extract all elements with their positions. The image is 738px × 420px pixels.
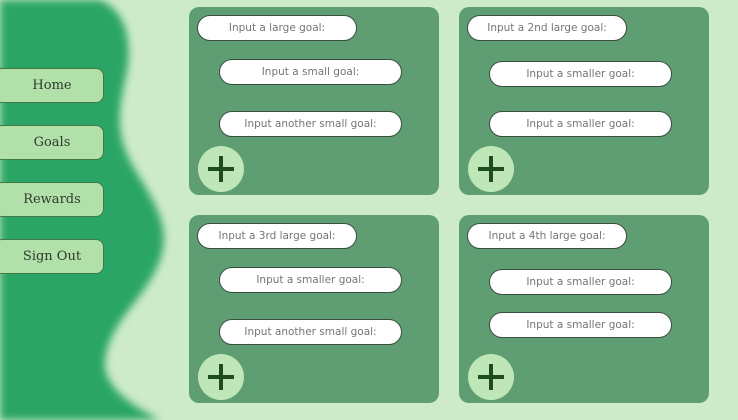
small-goal-input[interactable] (489, 269, 672, 295)
nav-goals-button[interactable]: Goals (0, 125, 104, 160)
small-goal-input[interactable] (489, 111, 672, 137)
nav-home-button[interactable]: Home (0, 68, 104, 103)
plus-icon (208, 156, 234, 182)
add-goal-button[interactable] (198, 146, 244, 192)
small-goal-input[interactable] (219, 59, 402, 85)
plus-icon (478, 156, 504, 182)
plus-icon (208, 364, 234, 390)
add-goal-button[interactable] (468, 354, 514, 400)
large-goal-input[interactable] (197, 15, 357, 41)
goal-card-2 (459, 7, 709, 195)
nav-sign-out-button[interactable]: Sign Out (0, 239, 104, 274)
small-goal-input[interactable] (219, 319, 402, 345)
goal-card-3 (189, 215, 439, 403)
large-goal-input[interactable] (467, 223, 627, 249)
small-goal-input[interactable] (219, 267, 402, 293)
goal-card-4 (459, 215, 709, 403)
large-goal-input[interactable] (467, 15, 627, 41)
large-goal-input[interactable] (197, 223, 357, 249)
goal-card-1 (189, 7, 439, 195)
plus-icon (478, 364, 504, 390)
small-goal-input[interactable] (219, 111, 402, 137)
small-goal-input[interactable] (489, 312, 672, 338)
add-goal-button[interactable] (468, 146, 514, 192)
nav-rewards-button[interactable]: Rewards (0, 182, 104, 217)
small-goal-input[interactable] (489, 61, 672, 87)
add-goal-button[interactable] (198, 354, 244, 400)
